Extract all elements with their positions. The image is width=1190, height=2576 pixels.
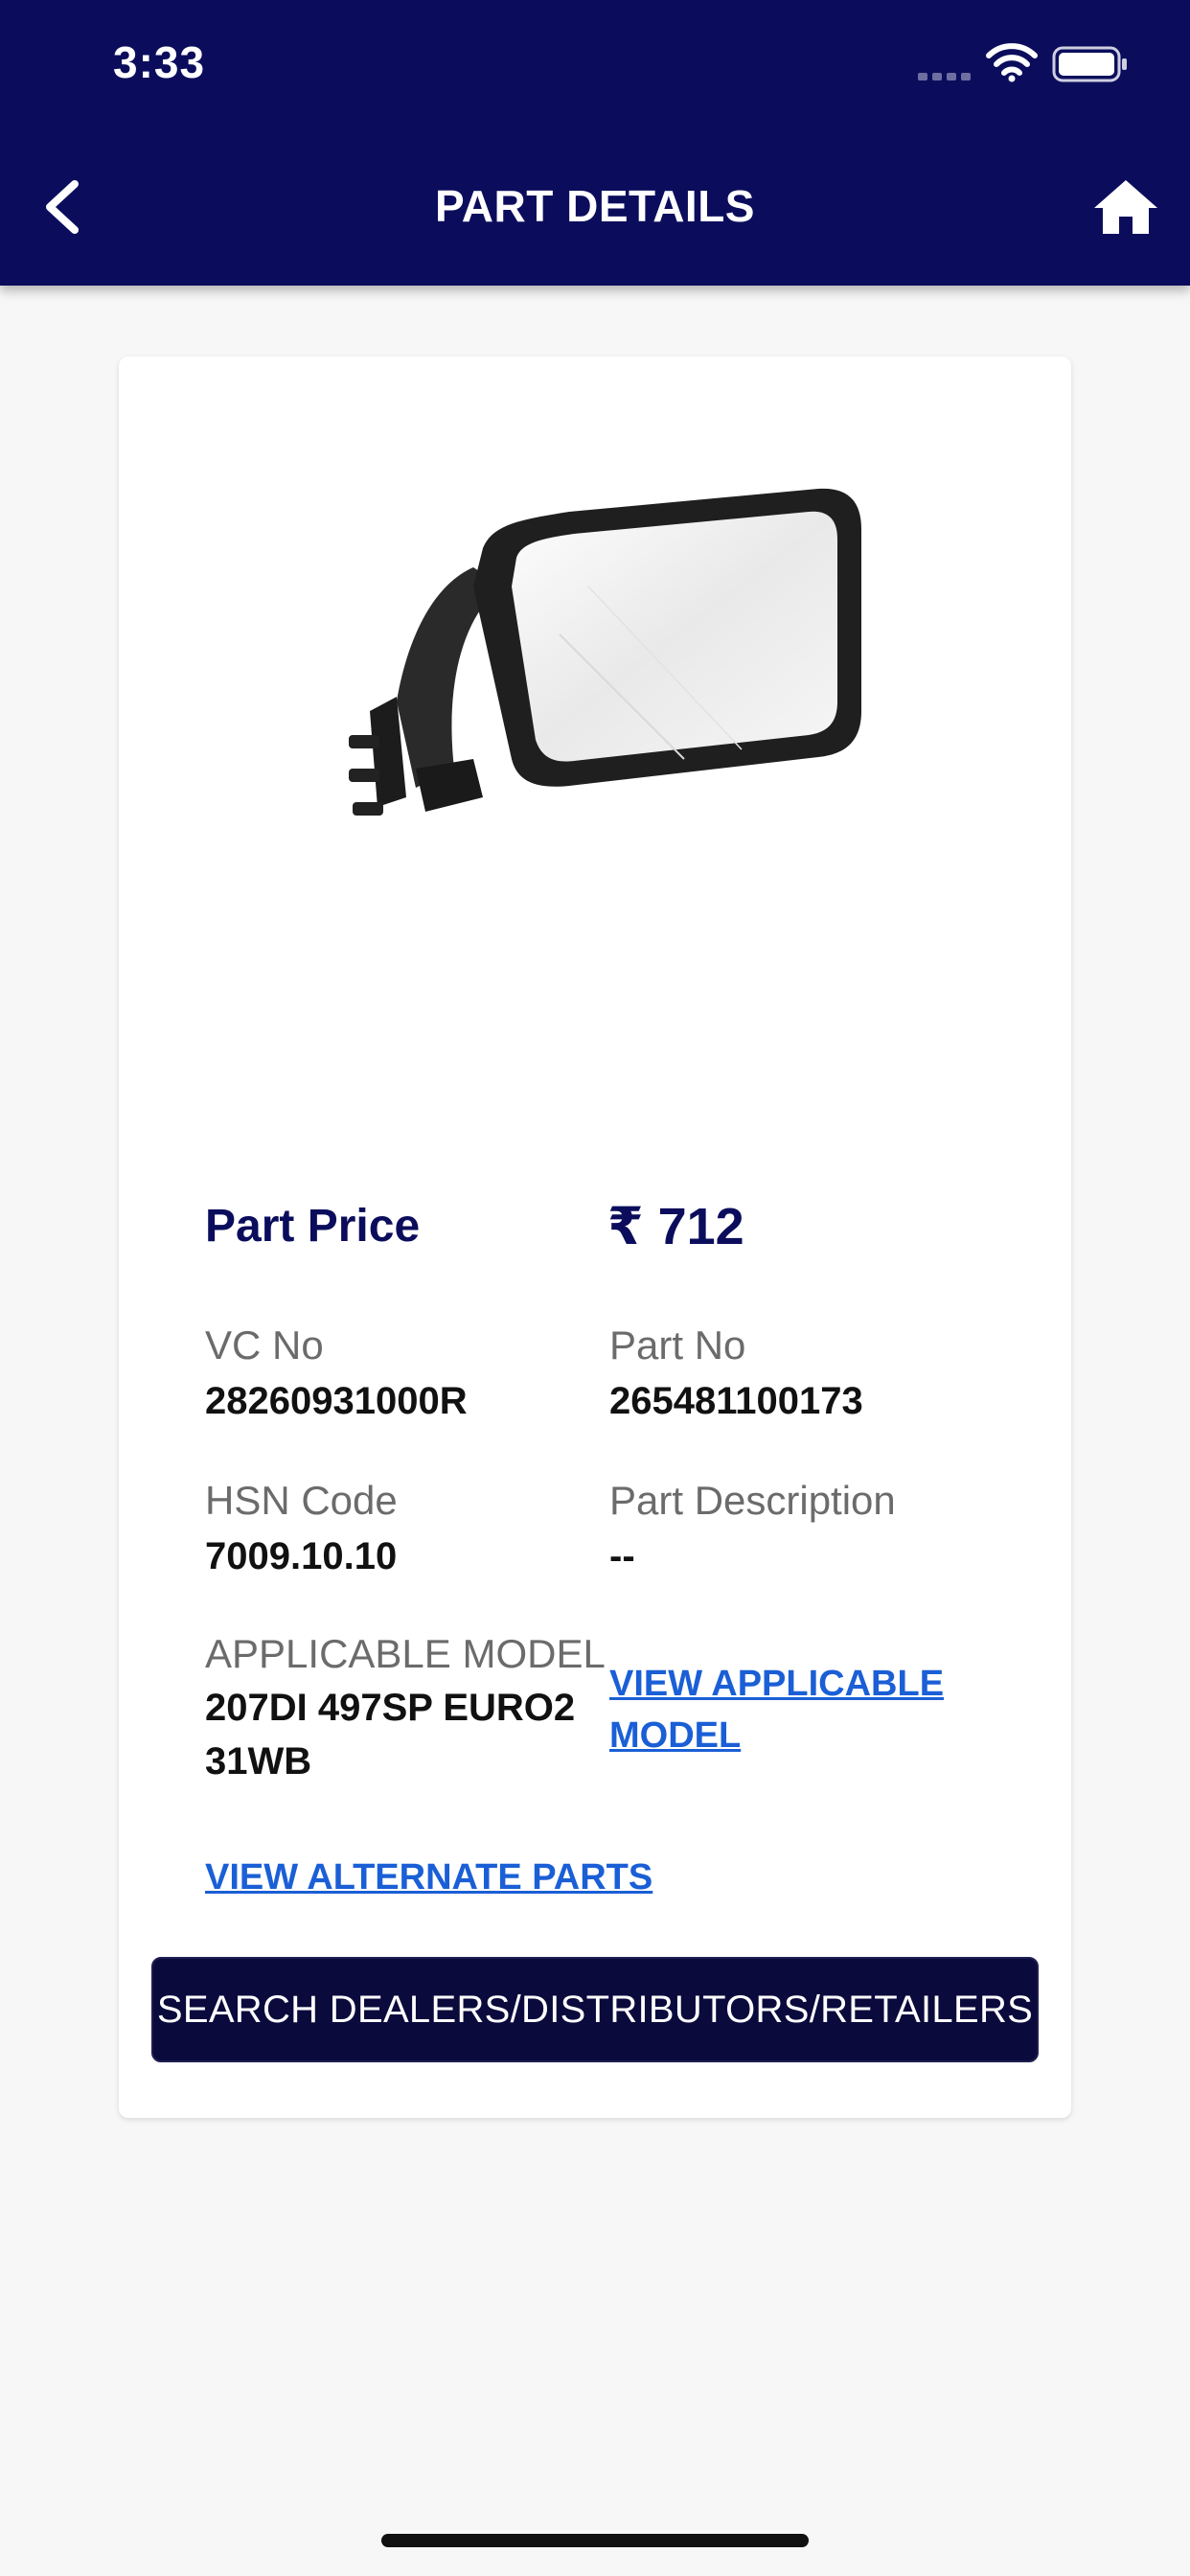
applicable-model-value: 207DI 497SP EURO2 31WB [205,1687,576,1782]
part-price-label: Part Price [205,1201,421,1252]
cellular-signal-icon [918,73,971,80]
part-description-value: -- [609,1535,635,1577]
side-mirror-image [349,488,861,816]
wifi-icon [986,43,1038,82]
part-description-label: Part Description [609,1478,896,1523]
part-no-value: 265481100173 [609,1380,863,1422]
part-details-card: Part Price ₹ 712 VC No 28260931000R Part… [119,356,1071,2118]
hsn-code-label: HSN Code [205,1478,398,1523]
applicable-model-label: APPLICABLE MODEL [205,1631,606,1676]
status-time: 3:33 [113,37,206,87]
part-no-label: Part No [609,1322,746,1368]
battery-icon [1052,46,1127,82]
app-header: 3:33 PART DETAILS [0,0,1190,286]
home-icon [1094,180,1157,234]
hsn-code-value: 7009.10.10 [205,1535,398,1577]
home-indicator [381,2534,809,2547]
home-button[interactable] [1092,176,1159,238]
part-price-value: ₹ 712 [607,1198,744,1255]
search-dealers-button[interactable]: SEARCH DEALERS/DISTRIBUTORS/RETAILERS [151,1957,1039,2062]
view-applicable-model-link[interactable]: VIEW APPLICABLE MODEL [609,1658,1012,1761]
view-alternate-parts-link[interactable]: VIEW ALTERNATE PARTS [205,1857,652,1898]
page-title: PART DETAILS [435,181,755,231]
vc-no-value: 28260931000R [205,1380,468,1422]
vc-no-label: VC No [205,1322,324,1368]
